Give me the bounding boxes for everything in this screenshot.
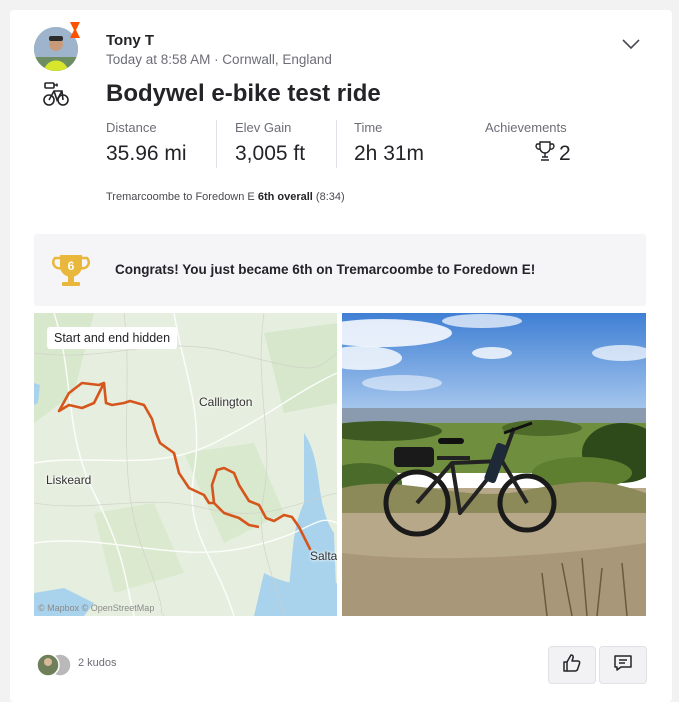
- achievement-count: 2: [559, 141, 571, 165]
- activity-meta: Today at 8:58 AM · Cornwall, England: [106, 52, 332, 67]
- segment-rank: 6th overall: [257, 191, 313, 203]
- kudos-count[interactable]: 2 kudos: [78, 657, 117, 669]
- athlete-name[interactable]: Tony T: [106, 32, 154, 49]
- stat-label: Time: [354, 120, 383, 135]
- map-place-label: Liskeard: [46, 473, 92, 487]
- stat-label: Achievements: [485, 120, 567, 135]
- stat-divider: [336, 120, 337, 168]
- comment-button[interactable]: [599, 646, 647, 684]
- trophy-rank-number: 6: [68, 259, 75, 273]
- kudos-button[interactable]: [548, 646, 596, 684]
- stat-distance: Distance 35.96 mi: [106, 120, 187, 170]
- segment-time: (8:34): [315, 191, 345, 203]
- activity-card: Tony T Today at 8:58 AM · Cornwall, Engl…: [10, 10, 672, 702]
- stat-elev-gain: Elev Gain 3,005 ft: [235, 120, 305, 170]
- activity-photo[interactable]: [342, 313, 646, 616]
- stat-value: 35.96 mi: [106, 142, 187, 165]
- stat-value: 3,005 ft: [235, 142, 306, 165]
- stat-value: 2h 31m: [354, 142, 425, 165]
- stat-label: Distance: [106, 120, 157, 135]
- segment-name[interactable]: Tremarcoombe to Foredown E: [106, 191, 255, 203]
- subscriber-badge-icon: [68, 21, 84, 39]
- map-credit: © Mapbox © OpenStreetMap: [38, 603, 155, 613]
- achievement-banner: 6 Congrats! You just became 6th on Trema…: [34, 234, 646, 306]
- map-place-label: Callington: [199, 395, 253, 409]
- route-map[interactable]: Start and end hidden Callington Liskeard…: [34, 313, 337, 616]
- kudos-avatars[interactable]: [36, 653, 76, 677]
- trophy-icon: [535, 140, 555, 167]
- stat-achievements: Achievements 2: [485, 120, 571, 170]
- congrats-message: Congrats! You just became 6th on Tremarc…: [115, 262, 536, 277]
- activity-title[interactable]: Bodywel e-bike test ride: [106, 80, 381, 108]
- thumbs-up-icon: [562, 653, 582, 678]
- comment-icon: [613, 653, 633, 678]
- stat-label: Elev Gain: [235, 120, 292, 135]
- privacy-label: Start and end hidden: [47, 327, 178, 349]
- chevron-down-icon[interactable]: [620, 36, 642, 52]
- stat-divider: [216, 120, 217, 168]
- segment-effort[interactable]: Tremarcoombe to Foredown E 6th overall (…: [106, 191, 345, 203]
- trophy-icon: 6: [52, 251, 90, 289]
- map-place-label: Salta: [310, 549, 337, 563]
- stat-time: Time 2h 31m: [354, 120, 424, 170]
- ebike-icon: [42, 80, 70, 108]
